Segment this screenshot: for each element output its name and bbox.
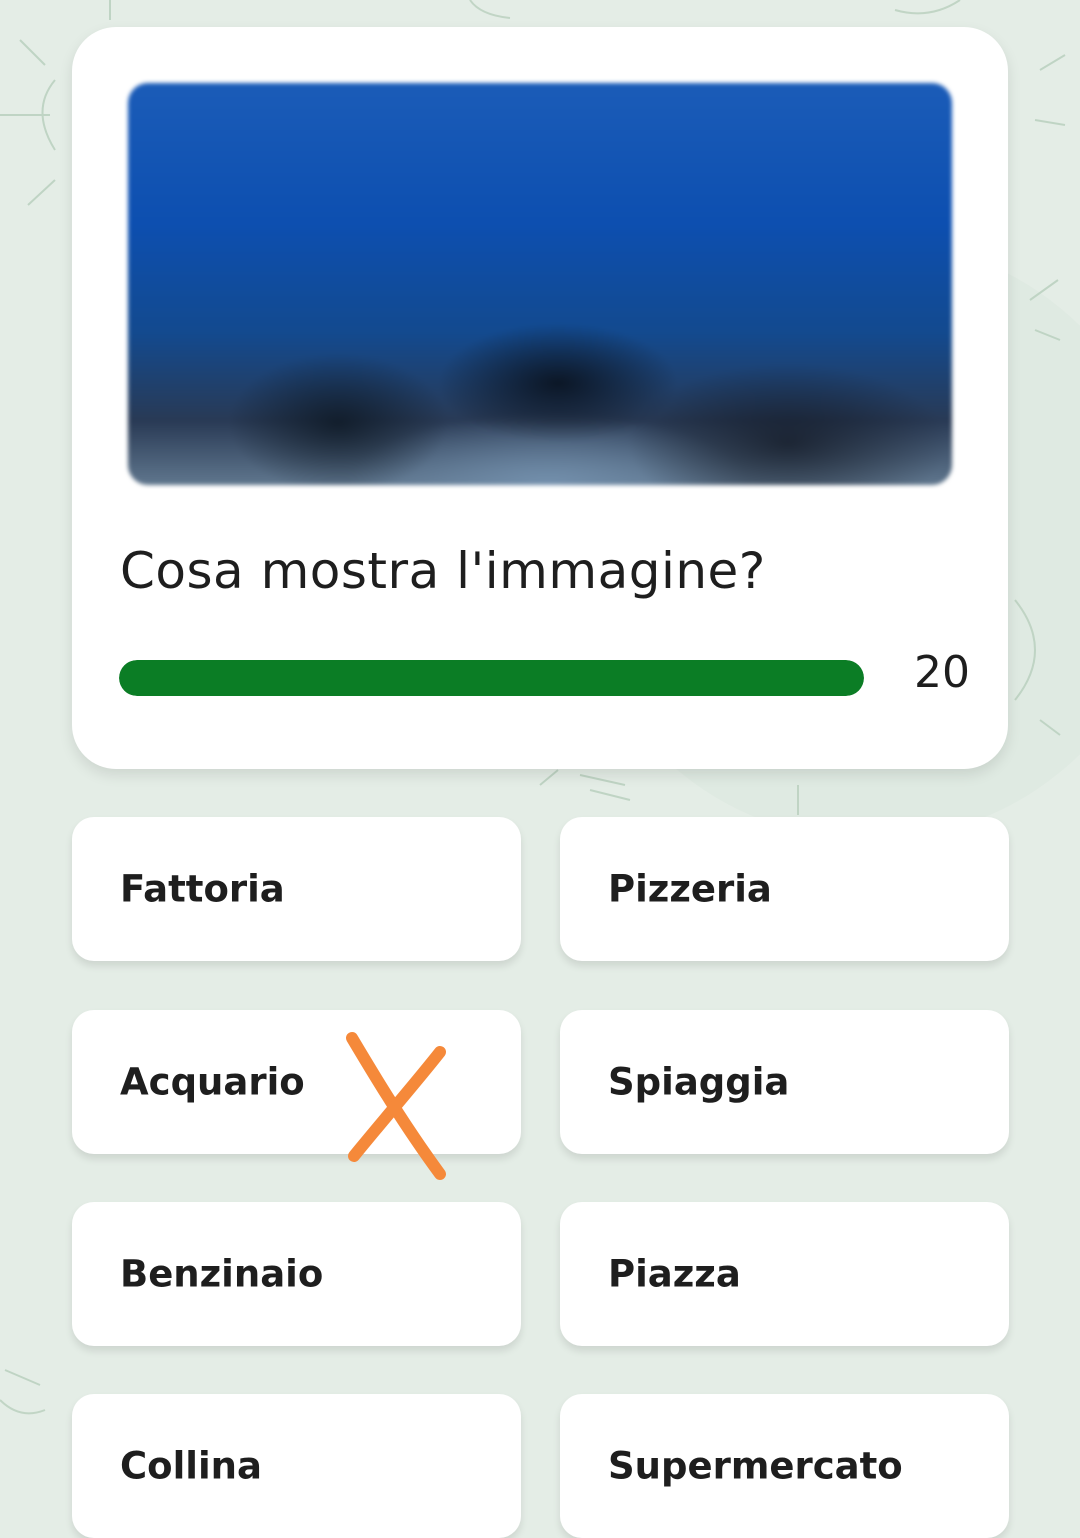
answer-button-benzinaio[interactable]: Benzinaio <box>72 1202 521 1346</box>
answer-button-acquario[interactable]: Acquario <box>72 1010 521 1154</box>
answer-button-spiaggia[interactable]: Spiaggia <box>560 1010 1009 1154</box>
timer-bar <box>119 660 864 696</box>
answer-label: Collina <box>120 1444 262 1488</box>
answer-button-pizzeria[interactable]: Pizzeria <box>560 817 1009 961</box>
answer-label: Acquario <box>120 1060 305 1104</box>
timer-bar-fill <box>119 660 864 696</box>
answer-label: Supermercato <box>608 1444 903 1488</box>
answer-label: Pizzeria <box>608 867 772 911</box>
answer-button-supermercato[interactable]: Supermercato <box>560 1394 1009 1538</box>
answer-label: Fattoria <box>120 867 285 911</box>
question-image <box>128 83 952 485</box>
question-card: Cosa mostra l'immagine? 20 <box>72 27 1008 769</box>
answer-label: Spiaggia <box>608 1060 790 1104</box>
answer-button-collina[interactable]: Collina <box>72 1394 521 1538</box>
answer-label: Piazza <box>608 1252 741 1296</box>
timer-value: 20 <box>914 647 970 698</box>
question-text: Cosa mostra l'immagine? <box>120 542 766 600</box>
answer-label: Benzinaio <box>120 1252 324 1296</box>
answer-button-fattoria[interactable]: Fattoria <box>72 817 521 961</box>
answer-button-piazza[interactable]: Piazza <box>560 1202 1009 1346</box>
